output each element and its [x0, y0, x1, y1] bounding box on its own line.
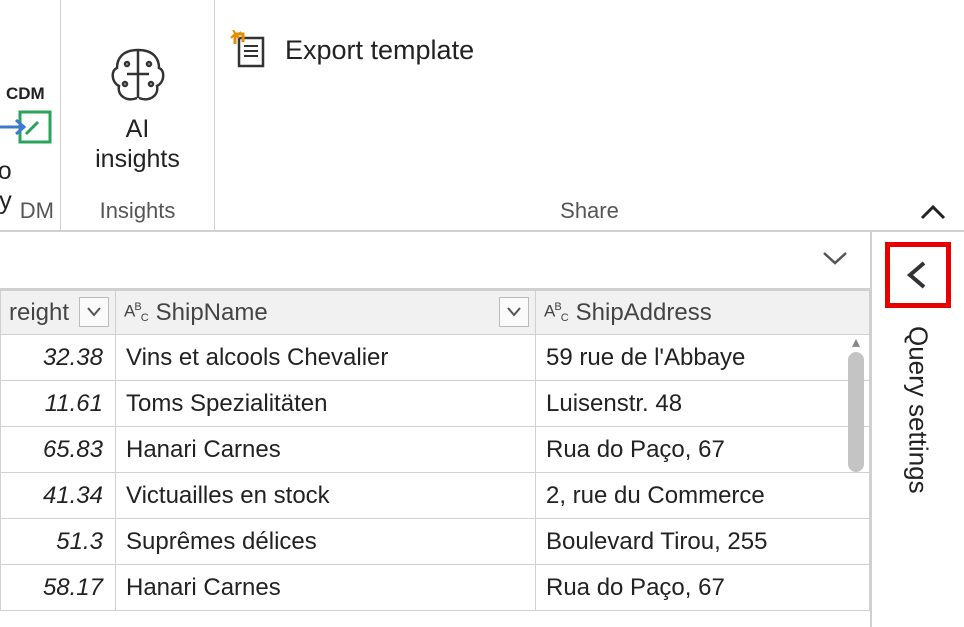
export-template-label: Export template: [285, 35, 474, 66]
ribbon-group-label-share: Share: [215, 198, 964, 230]
cell-freight[interactable]: 32.38: [1, 335, 116, 381]
cell-shipaddress[interactable]: Rua do Paço, 67: [536, 427, 870, 473]
ribbon-group-insights: AI insights Insights: [61, 0, 215, 230]
table-row[interactable]: 11.61Toms SpezialitätenLuisenstr. 48: [1, 381, 870, 427]
cell-shipaddress[interactable]: Luisenstr. 48: [536, 381, 870, 427]
cell-freight[interactable]: 41.34: [1, 473, 116, 519]
ribbon: CDM p to tity DM: [0, 0, 964, 232]
column-header-shipaddress[interactable]: ABC ShipAddress: [536, 291, 870, 335]
table-row[interactable]: 58.17Hanari CarnesRua do Paço, 67: [1, 565, 870, 611]
cell-shipname[interactable]: Hanari Carnes: [116, 427, 536, 473]
table-row[interactable]: 41.34Victuailles en stock2, rue du Comme…: [1, 473, 870, 519]
cell-freight[interactable]: 65.83: [1, 427, 116, 473]
cell-freight[interactable]: 11.61: [1, 381, 116, 427]
expand-query-settings-button[interactable]: [885, 242, 951, 308]
export-template-button[interactable]: Export template: [229, 30, 474, 70]
caret-down-icon: [87, 307, 101, 317]
map-to-entity-caption: p to tity: [0, 156, 12, 216]
brain-icon: [103, 44, 173, 106]
data-grid: reight ABC ShipName: [0, 290, 870, 627]
type-icon-text: ABC: [544, 301, 568, 324]
chevron-up-icon: [918, 203, 948, 223]
cell-shipaddress[interactable]: 2, rue du Commerce: [536, 473, 870, 519]
chevron-left-icon: [904, 260, 932, 290]
cell-shipname[interactable]: Toms Spezialitäten: [116, 381, 536, 427]
ribbon-group-share: Export template Share: [215, 0, 964, 230]
ai-insights-caption-1: AI: [126, 115, 150, 143]
ribbon-group-cdm: CDM p to tity DM: [0, 0, 61, 230]
table-row[interactable]: 65.83Hanari CarnesRua do Paço, 67: [1, 427, 870, 473]
column-header-freight[interactable]: reight: [1, 291, 116, 335]
export-template-icon: [229, 30, 269, 70]
cell-shipname[interactable]: Victuailles en stock: [116, 473, 536, 519]
query-settings-title: Query settings: [903, 326, 934, 494]
filter-button-shipname[interactable]: [499, 297, 529, 327]
cell-shipaddress[interactable]: Rua do Paço, 67: [536, 565, 870, 611]
cdm-badge: CDM: [6, 84, 45, 104]
formula-bar-expand-button[interactable]: [820, 249, 850, 272]
cell-shipname[interactable]: Suprêmes délices: [116, 519, 536, 565]
ai-insights-button[interactable]: AI insights: [78, 36, 198, 174]
formula-bar[interactable]: [0, 232, 870, 290]
cell-shipaddress[interactable]: 59 rue de l'Abbaye: [536, 335, 870, 381]
cell-freight[interactable]: 58.17: [1, 565, 116, 611]
ai-insights-caption-2: insights: [95, 145, 180, 173]
cell-freight[interactable]: 51.3: [1, 519, 116, 565]
chevron-down-icon: [820, 249, 850, 267]
query-settings-panel-collapsed: Query settings: [872, 232, 964, 627]
map-to-entity-icon[interactable]: [0, 102, 58, 146]
workspace: reight ABC ShipName: [0, 232, 964, 627]
vertical-scrollbar[interactable]: ▴: [842, 334, 870, 627]
scroll-up-arrow-icon[interactable]: ▴: [842, 332, 870, 352]
cell-shipname[interactable]: Vins et alcools Chevalier: [116, 335, 536, 381]
table-row[interactable]: 51.3Suprêmes délicesBoulevard Tirou, 255: [1, 519, 870, 565]
filter-button-freight[interactable]: [79, 297, 109, 327]
table-header-row: reight ABC ShipName: [1, 291, 870, 335]
query-editor-area: reight ABC ShipName: [0, 232, 872, 627]
caret-down-icon: [507, 307, 521, 317]
ribbon-group-label-insights: Insights: [61, 198, 214, 230]
column-header-shipname[interactable]: ABC ShipName: [116, 291, 536, 335]
cell-shipname[interactable]: Hanari Carnes: [116, 565, 536, 611]
collapse-ribbon-button[interactable]: [918, 203, 948, 228]
table-row[interactable]: 32.38Vins et alcools Chevalier59 rue de …: [1, 335, 870, 381]
type-icon-text: ABC: [124, 301, 148, 324]
scroll-thumb[interactable]: [848, 352, 864, 472]
cell-shipaddress[interactable]: Boulevard Tirou, 255: [536, 519, 870, 565]
